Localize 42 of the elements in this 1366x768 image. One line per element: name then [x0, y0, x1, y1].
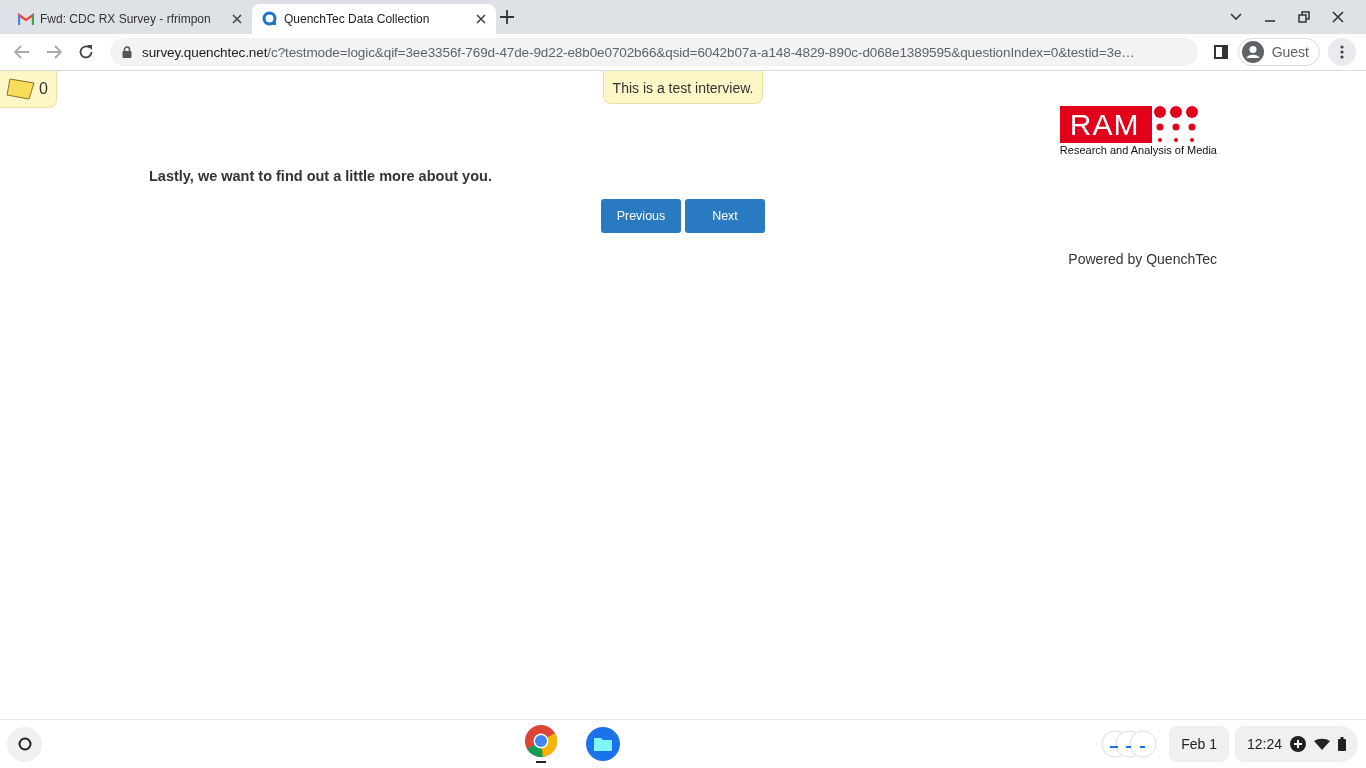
- close-icon[interactable]: [476, 14, 486, 24]
- address-bar[interactable]: survey.quenchtec.net/c?testmode=logic&qif=3ee3356f-769d-47de-9d22-e8b0e0702b66&qsid=6042b07a-a148-4829-890c-d068e1389595&questionIndex=0&testid=3e…: [110, 38, 1198, 66]
- wifi-icon: [1314, 738, 1330, 750]
- tab-title: QuenchTec Data Collection: [284, 12, 431, 26]
- mail-icon: [18, 13, 34, 25]
- logo-mark: RAM: [1059, 106, 1152, 143]
- plus-circle-icon: [1290, 736, 1306, 752]
- chevron-down-icon[interactable]: [1230, 13, 1242, 21]
- launcher-icon: [17, 737, 32, 751]
- nav-button[interactable]: Previous: [601, 199, 681, 233]
- more-icon: [1340, 45, 1344, 59]
- tab-title: Fwd: CDC RX Survey - rfrimpon: [40, 12, 212, 26]
- close-icon[interactable]: [1332, 11, 1344, 23]
- q-logo-icon: [262, 11, 278, 27]
- battery-icon: [1338, 737, 1346, 751]
- test-banner: This is a test interview.: [602, 71, 764, 104]
- logo-caption: Research and Analysis of Media: [1059, 144, 1217, 156]
- footer-text: Powered by QuenchTec: [1067, 251, 1217, 267]
- launcher-button[interactable]: [7, 726, 42, 762]
- new-tab-icon[interactable]: [500, 10, 514, 24]
- url-text: survey.quenchtec.net/c?testmode=logic&qif=3ee3356f-769d-47de-9d22-e8b0e0702b66&qsid=6042b07a-a148-4829-890c-d068e1389595&questionIndex=0&testid=3e…: [142, 44, 1135, 60]
- status-tray[interactable]: 12:24: [1234, 726, 1358, 762]
- close-icon[interactable]: [232, 14, 242, 24]
- folder-app-icon[interactable]: [585, 727, 620, 761]
- date-button[interactable]: Feb 1: [1169, 726, 1229, 762]
- side-panel-icon[interactable]: [1213, 45, 1228, 59]
- browser-app-icon[interactable]: [523, 724, 558, 764]
- sticky-note-icon: [5, 77, 35, 101]
- notes-button[interactable]: 0: [0, 71, 57, 108]
- browser-tab[interactable]: Fwd: CDC RX Survey - rfrimpon: [8, 4, 252, 34]
- question-text: Lastly, we want to find out a little more about you.: [149, 168, 493, 184]
- reload-icon[interactable]: [78, 44, 94, 60]
- dots-drawing: [1153, 106, 1198, 142]
- browser-tab[interactable]: QuenchTec Data Collection: [252, 4, 496, 34]
- thumbnails-icon: [1101, 730, 1158, 758]
- nav-button[interactable]: Next: [685, 199, 765, 233]
- lock-icon: [122, 46, 132, 58]
- avatar-icon: [1241, 41, 1264, 63]
- tote-button[interactable]: [1101, 730, 1158, 758]
- restore-icon[interactable]: [1298, 11, 1310, 23]
- menu-button[interactable]: [1328, 38, 1356, 66]
- clock-text: 12:24: [1246, 736, 1282, 752]
